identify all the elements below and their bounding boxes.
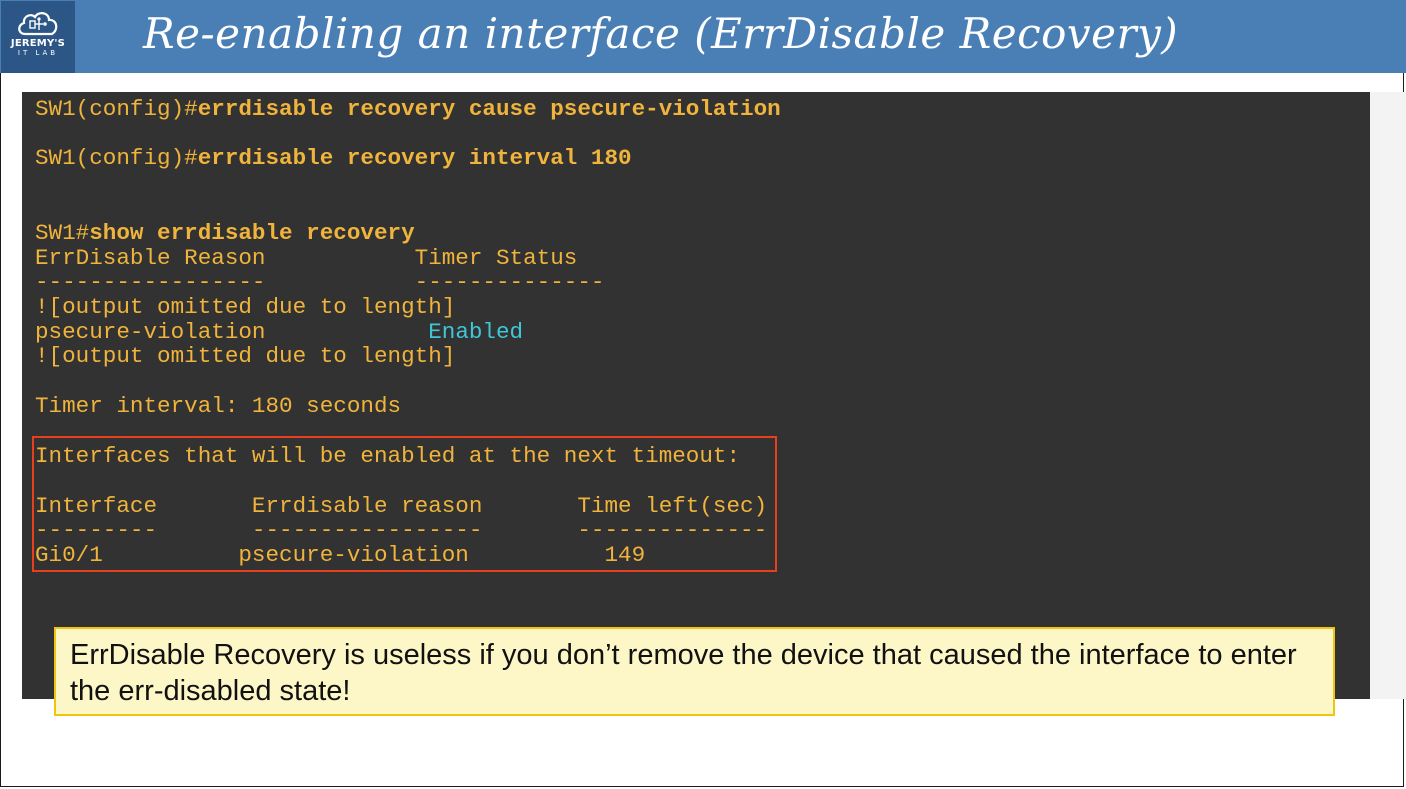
timer-interval-line: Timer interval: 180 seconds [35,393,402,419]
recovery-table-divider: ----------------- -------------- [35,269,605,295]
cli-terminal: SW1(config)#errdisable recovery cause ps… [22,92,1370,699]
callout-note: ErrDisable Recovery is useless if you do… [54,627,1335,716]
cli-command-line: SW1(config)#errdisable recovery interval… [35,146,632,171]
errdisable-reason: psecure-violation [35,319,266,345]
recovery-table-row: psecure-violation Enabled [35,320,523,345]
cloud-chip-icon [18,12,58,36]
slide-side-panel [1370,92,1406,699]
output-omitted-note: ![output omitted due to length] [35,294,456,320]
cli-prompt: SW1# [35,220,90,246]
jeremys-it-lab-logo: JEREMY'S IT LAB [1,1,75,73]
cli-command-line: SW1#show errdisable recovery [35,221,415,246]
cli-command: show errdisable recovery [89,220,415,246]
interface-table-header: Interface Errdisable reason Time left(se… [35,493,768,519]
logo-text-line1: JEREMY'S [10,38,66,49]
output-omitted-note: ![output omitted due to length] [35,343,456,369]
cli-command: errdisable recovery cause psecure-violat… [197,96,781,122]
cli-prompt: SW1(config)# [35,96,198,122]
next-timeout-title: Interfaces that will be enabled at the n… [35,443,741,469]
timer-status-enabled: Enabled [428,319,524,345]
cli-command: errdisable recovery interval 180 [197,145,632,171]
cli-prompt: SW1(config)# [35,145,198,171]
slide-title: Re-enabling an interface (ErrDisable Rec… [143,9,1179,58]
cli-command-line: SW1(config)#errdisable recovery cause ps… [35,97,781,122]
interface-table-divider: --------- ----------------- ------------… [35,517,768,543]
logo-text-line2: IT LAB [17,49,59,57]
interface-table-row: Gi0/1 psecure-violation 149 [35,542,646,568]
callout-text: ErrDisable Recovery is useless if you do… [70,639,1297,707]
slide-header: JEREMY'S IT LAB Re-enabling an interface… [0,0,1406,73]
recovery-table-header: ErrDisable Reason Timer Status [35,245,578,271]
